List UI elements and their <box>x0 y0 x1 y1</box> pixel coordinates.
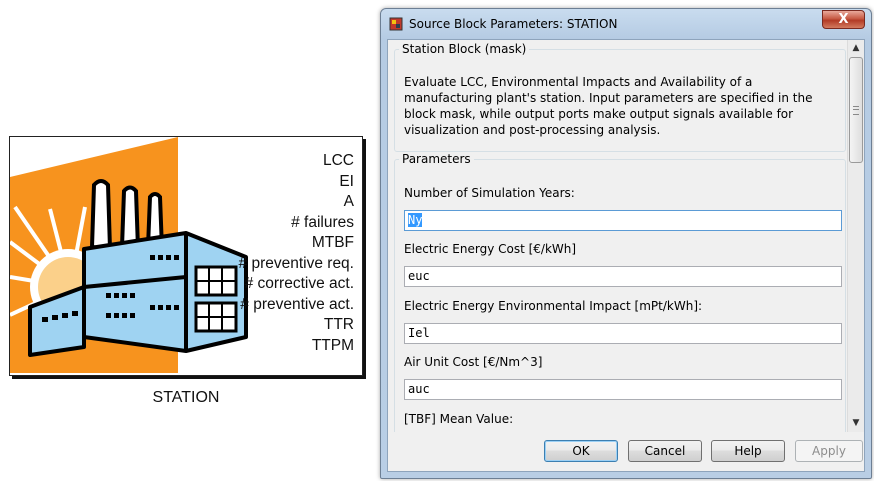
scroll-up-arrow-icon[interactable]: ▲ <box>848 40 864 57</box>
dialog-client-area: Station Block (mask) Evaluate LCC, Envir… <box>387 39 865 472</box>
cancel-button[interactable]: Cancel <box>628 440 702 462</box>
port-label: EI <box>339 172 354 190</box>
output-ports: LCC EI A # failures MTBF # preventive re… <box>239 151 354 356</box>
block-name-label[interactable]: STATION <box>9 389 363 407</box>
factory-icon <box>10 137 248 373</box>
param-label-simulation-years: Number of Simulation Years: <box>404 186 575 200</box>
param-label-energy-cost: Electric Energy Cost [€/kWh] <box>404 242 577 256</box>
scroll-down-arrow-icon[interactable]: ▼ <box>848 415 864 432</box>
mask-group: Station Block (mask) Evaluate LCC, Envir… <box>394 42 846 152</box>
help-button[interactable]: Help <box>711 440 785 462</box>
air-cost-input[interactable]: auc <box>404 379 842 400</box>
ok-button[interactable]: OK <box>544 440 618 462</box>
station-block[interactable]: LCC EI A # failures MTBF # preventive re… <box>9 136 363 376</box>
port-label: TTPM <box>311 336 354 354</box>
param-label-energy-impact: Electric Energy Environmental Impact [mP… <box>404 299 703 313</box>
selected-text: Ny <box>408 213 423 227</box>
mask-group-label: Station Block (mask) <box>402 42 527 56</box>
simulation-years-input[interactable]: Ny <box>404 210 842 231</box>
param-label-tbf-mean: [TBF] Mean Value: <box>404 412 514 426</box>
button-bar: OK Cancel Help Apply <box>388 432 864 471</box>
close-button[interactable]: X <box>822 10 865 29</box>
dialog-title: Source Block Parameters: STATION <box>409 17 618 31</box>
port-label: TTR <box>323 316 354 333</box>
energy-cost-input[interactable]: euc <box>404 266 842 287</box>
scroll-thumb[interactable] <box>849 57 863 163</box>
parameters-scroll-area[interactable]: Station Block (mask) Evaluate LCC, Envir… <box>388 40 847 432</box>
close-icon: X <box>838 12 849 27</box>
parameters-group: Parameters Number of Simulation Years: N… <box>394 152 846 432</box>
port-label: MTBF <box>311 234 354 251</box>
grip-icon <box>853 106 859 115</box>
param-label-air-cost: Air Unit Cost [€/Nm^3] <box>404 355 543 369</box>
port-label: # preventive act. <box>240 295 354 313</box>
parameters-group-label: Parameters <box>402 152 471 166</box>
port-label: A <box>343 193 354 210</box>
vertical-scrollbar[interactable]: ▲ ▼ <box>847 40 864 432</box>
energy-impact-input[interactable]: Iel <box>404 323 842 344</box>
mask-description: Evaluate LCC, Environmental Impacts and … <box>404 75 813 137</box>
port-label: # preventive req. <box>238 254 354 272</box>
simulink-app-icon <box>389 17 403 31</box>
apply-button[interactable]: Apply <box>795 440 863 462</box>
port-label: # failures <box>291 213 354 231</box>
dialog-titlebar[interactable]: Source Block Parameters: STATION X <box>381 9 871 39</box>
block-parameters-dialog: Source Block Parameters: STATION X Stati… <box>380 8 872 479</box>
port-label: LCC <box>322 152 354 169</box>
port-label: # corrective act. <box>244 275 354 292</box>
